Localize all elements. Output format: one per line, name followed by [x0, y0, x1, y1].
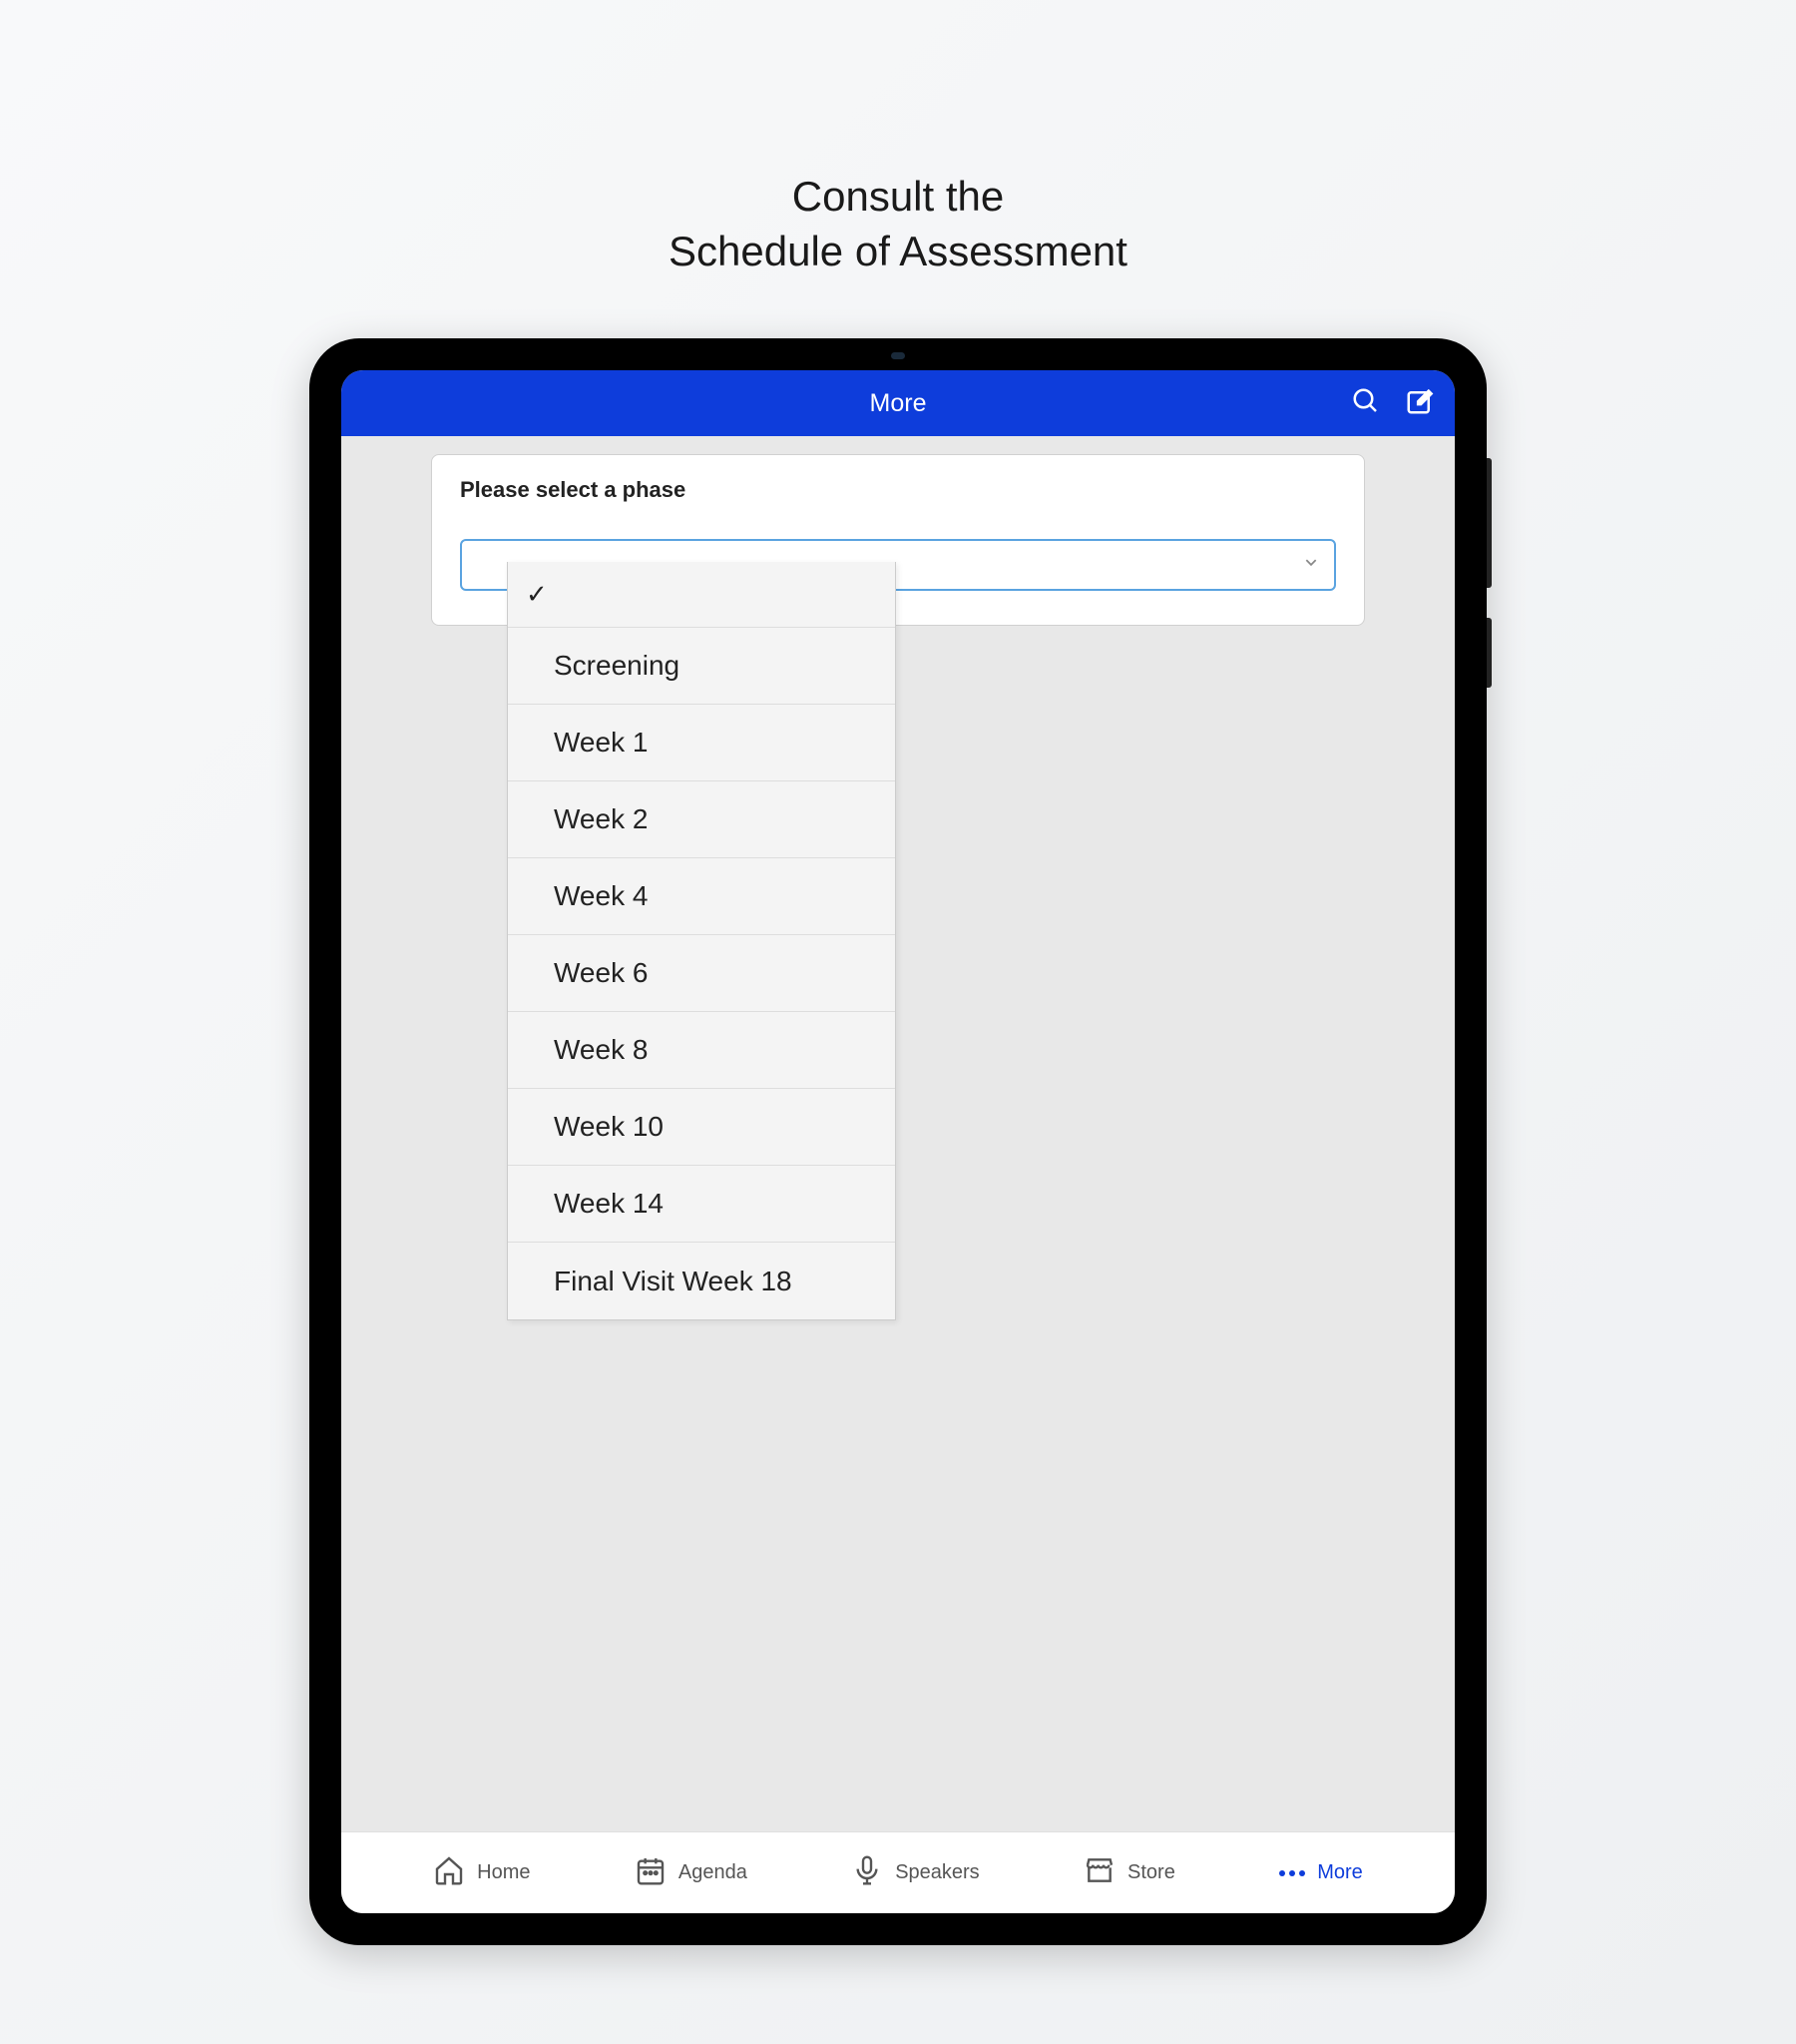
promo-line2: Schedule of Assessment [669, 225, 1127, 279]
dropdown-item[interactable]: Final Visit Week 18 [508, 1243, 895, 1319]
dropdown-item[interactable]: Week 10 [508, 1089, 895, 1166]
nav-label: More [1317, 1861, 1363, 1884]
dropdown-item-selected[interactable]: ✓ [508, 562, 895, 628]
dropdown-item[interactable]: Week 8 [508, 1012, 895, 1089]
nav-label: Home [477, 1861, 530, 1884]
dropdown-item-label: Week 10 [554, 1111, 664, 1143]
more-dots-icon [1279, 1870, 1305, 1876]
nav-store[interactable]: Store [1084, 1854, 1175, 1891]
dropdown-item-label: Week 2 [554, 803, 648, 835]
store-icon [1084, 1854, 1116, 1891]
nav-speakers[interactable]: Speakers [851, 1854, 980, 1891]
dropdown-item[interactable]: Week 2 [508, 781, 895, 858]
nav-label: Speakers [895, 1861, 980, 1884]
bottom-nav: Home Agenda [341, 1831, 1455, 1913]
tablet-camera [891, 352, 905, 359]
dropdown-item[interactable]: Week 14 [508, 1166, 895, 1243]
tablet-side-button [1487, 458, 1492, 588]
phase-select-label: Please select a phase [460, 477, 1336, 503]
checkmark-icon: ✓ [526, 579, 548, 610]
nav-label: Store [1127, 1861, 1175, 1884]
microphone-icon [851, 1854, 883, 1891]
top-bar: More [341, 370, 1455, 436]
nav-agenda[interactable]: Agenda [635, 1854, 747, 1891]
phase-dropdown-menu: ✓ Screening Week 1 Week 2 Week 4 Week 6 [507, 562, 896, 1320]
dropdown-item-label: Week 1 [554, 727, 648, 759]
tablet-side-button-2 [1487, 618, 1492, 688]
dropdown-item[interactable]: Week 1 [508, 705, 895, 781]
nav-label: Agenda [678, 1861, 747, 1884]
content-area: Please select a phase ✓ Screening [341, 436, 1455, 1831]
chevron-down-icon [1304, 556, 1318, 575]
dropdown-item-label: Week 8 [554, 1034, 648, 1066]
dropdown-item-label: Week 4 [554, 880, 648, 912]
tablet-frame: More Please select a pha [309, 338, 1487, 1945]
nav-more[interactable]: More [1279, 1861, 1363, 1884]
calendar-icon [635, 1854, 667, 1891]
search-icon[interactable] [1351, 386, 1381, 421]
promo-title: Consult the Schedule of Assessment [669, 170, 1127, 278]
dropdown-item-label: Week 6 [554, 957, 648, 989]
app-screen: More Please select a pha [341, 370, 1455, 1913]
dropdown-item-label: Week 14 [554, 1188, 664, 1220]
nav-home[interactable]: Home [433, 1854, 530, 1891]
compose-icon[interactable] [1405, 386, 1435, 421]
dropdown-item-label: Screening [554, 650, 679, 682]
dropdown-item-label: Final Visit Week 18 [554, 1266, 792, 1297]
dropdown-item[interactable]: Screening [508, 628, 895, 705]
dropdown-item[interactable]: Week 6 [508, 935, 895, 1012]
home-icon [433, 1854, 465, 1891]
promo-line1: Consult the [669, 170, 1127, 225]
page-title: More [870, 389, 927, 418]
top-bar-actions [1351, 386, 1435, 421]
dropdown-item[interactable]: Week 4 [508, 858, 895, 935]
